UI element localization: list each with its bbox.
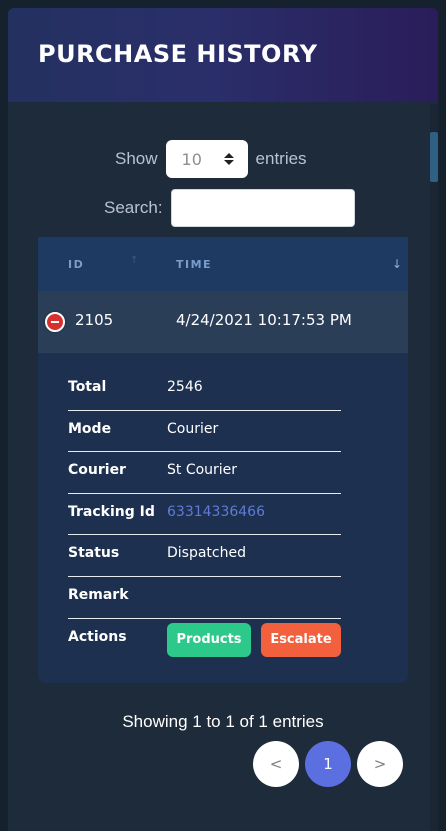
header: PURCHASE HISTORY: [8, 8, 438, 102]
detail-courier: Courier St Courier: [68, 452, 341, 494]
detail-actions: Actions Products Escalate: [68, 619, 341, 661]
prev-page-button[interactable]: <: [253, 741, 299, 787]
sort-desc-icon: ↓: [391, 257, 402, 271]
row-time: 4/24/2021 10:17:53 PM: [176, 311, 352, 329]
pagination: < 1 >: [253, 741, 403, 787]
entries-control: Show 10 entries: [115, 140, 307, 178]
table-header: ID ↑ TIME ↓: [38, 237, 408, 291]
page-1-button[interactable]: 1: [305, 741, 351, 787]
page-title: PURCHASE HISTORY: [38, 40, 318, 68]
detail-mode: Mode Courier: [68, 411, 341, 453]
scrollbar-thumb[interactable]: [430, 132, 438, 182]
entries-label: entries: [255, 149, 307, 168]
search-control: Search:: [104, 189, 355, 227]
column-header-id[interactable]: ID: [68, 258, 84, 271]
next-page-button[interactable]: >: [357, 741, 403, 787]
row-details: Total 2546 Mode Courier Courier St Couri…: [68, 369, 341, 660]
purchase-history-card: PURCHASE HISTORY Show 10 entries Search:…: [8, 8, 438, 831]
show-label: Show: [115, 149, 158, 168]
purchase-table: ID ↑ TIME ↓ 2105 4/24/2021 10:17:53 PM T…: [38, 237, 408, 683]
detail-tracking-id: Tracking Id 63314336466: [68, 494, 341, 536]
entries-select-value: 10: [181, 149, 202, 169]
entries-select[interactable]: 10: [165, 140, 248, 178]
escalate-button[interactable]: Escalate: [261, 622, 341, 657]
entries-info: Showing 1 to 1 of 1 entries: [122, 712, 324, 731]
row-id: 2105: [75, 311, 114, 329]
detail-total: Total 2546: [68, 369, 341, 411]
tracking-id-link[interactable]: 63314336466: [167, 504, 265, 520]
search-input[interactable]: [170, 189, 355, 227]
column-header-time[interactable]: TIME: [176, 258, 212, 271]
search-label: Search:: [104, 198, 163, 217]
collapse-row-icon[interactable]: [45, 312, 65, 332]
sort-arrow-icon: ↑: [130, 255, 139, 266]
select-arrows-icon: [223, 153, 234, 165]
detail-status: Status Dispatched: [68, 535, 341, 577]
products-button[interactable]: Products: [167, 622, 251, 657]
detail-remark: Remark: [68, 577, 341, 619]
table-row[interactable]: 2105 4/24/2021 10:17:53 PM: [38, 291, 408, 353]
